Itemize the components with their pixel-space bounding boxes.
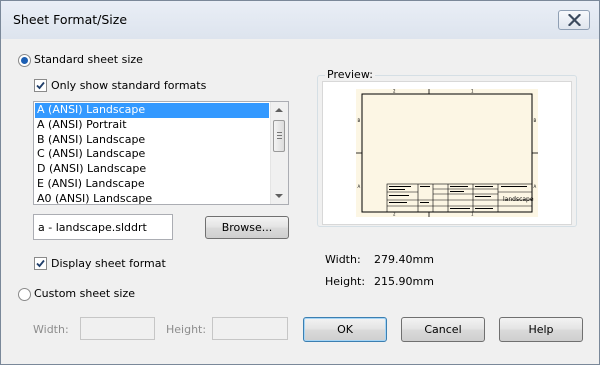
scroll-up-arrow-icon[interactable] — [275, 108, 283, 112]
close-button[interactable] — [558, 10, 590, 30]
preview-label: Preview: — [325, 68, 375, 81]
list-item[interactable]: D (ANSI) Landscape — [35, 162, 269, 177]
close-icon — [568, 14, 581, 26]
zone-label: A — [358, 184, 361, 189]
list-item[interactable]: C (ANSI) Landscape — [35, 147, 269, 162]
custom-height-field[interactable] — [212, 317, 288, 340]
list-item[interactable]: E (ANSI) Landscape — [35, 177, 269, 192]
list-item[interactable]: A (ANSI) Landscape — [35, 103, 269, 118]
custom-height-input[interactable] — [213, 318, 287, 339]
zone-label: B — [358, 118, 361, 123]
list-item[interactable]: B (ANSI) Landscape — [35, 133, 269, 148]
sheet-format-dialog: Sheet Format/Size Standard sheet size On… — [0, 0, 600, 365]
sheet-format-list[interactable]: A (ANSI) Landscape A (ANSI) Portrait B (… — [33, 101, 289, 205]
custom-width-field[interactable] — [80, 317, 155, 340]
custom-width-input[interactable] — [81, 318, 154, 339]
list-scrollbar[interactable] — [270, 102, 288, 204]
dialog-title: Sheet Format/Size — [13, 12, 128, 27]
standard-sheet-size-radio[interactable] — [18, 54, 31, 67]
display-sheet-format-checkbox[interactable] — [34, 257, 47, 270]
preview-width-value: 279.40mm — [374, 253, 434, 266]
cancel-button[interactable]: Cancel — [401, 317, 485, 342]
title-block-text: landscape — [503, 196, 534, 203]
custom-sheet-size-label: Custom sheet size — [34, 287, 136, 300]
custom-height-label: Height: — [166, 323, 207, 336]
preview-height-label: Height: — [325, 275, 366, 288]
scroll-down-arrow-icon[interactable] — [275, 194, 283, 198]
custom-width-label: Width: — [33, 323, 69, 336]
sheet-format-file-field[interactable] — [33, 214, 173, 240]
scrollbar-thumb[interactable] — [273, 120, 285, 152]
help-button[interactable]: Help — [499, 317, 583, 342]
sheet-preview-image: 2 1 2 1 B A B A landscape — [356, 89, 538, 217]
list-item[interactable]: A0 (ANSI) Landscape — [35, 192, 269, 204]
only-standard-formats-label: Only show standard formats — [51, 79, 207, 92]
checkmark-icon — [36, 259, 45, 268]
standard-sheet-size-label: Standard sheet size — [34, 53, 143, 66]
checkmark-icon — [36, 81, 45, 90]
preview-width-label: Width: — [325, 253, 361, 266]
zone-label: A — [534, 184, 537, 189]
display-sheet-format-label: Display sheet format — [51, 257, 166, 270]
custom-sheet-size-radio[interactable] — [18, 288, 31, 301]
ok-button[interactable]: OK — [303, 317, 387, 342]
preview-height-value: 215.90mm — [374, 275, 434, 288]
browse-button[interactable]: Browse... — [205, 216, 289, 239]
title-bar: Sheet Format/Size — [1, 1, 599, 39]
sheet-format-file-input[interactable] — [34, 215, 172, 239]
preview-pane: 2 1 2 1 B A B A landscape — [322, 81, 572, 225]
only-standard-formats-checkbox[interactable] — [34, 79, 47, 92]
list-item[interactable]: A (ANSI) Portrait — [35, 118, 269, 133]
zone-label: B — [534, 118, 537, 123]
